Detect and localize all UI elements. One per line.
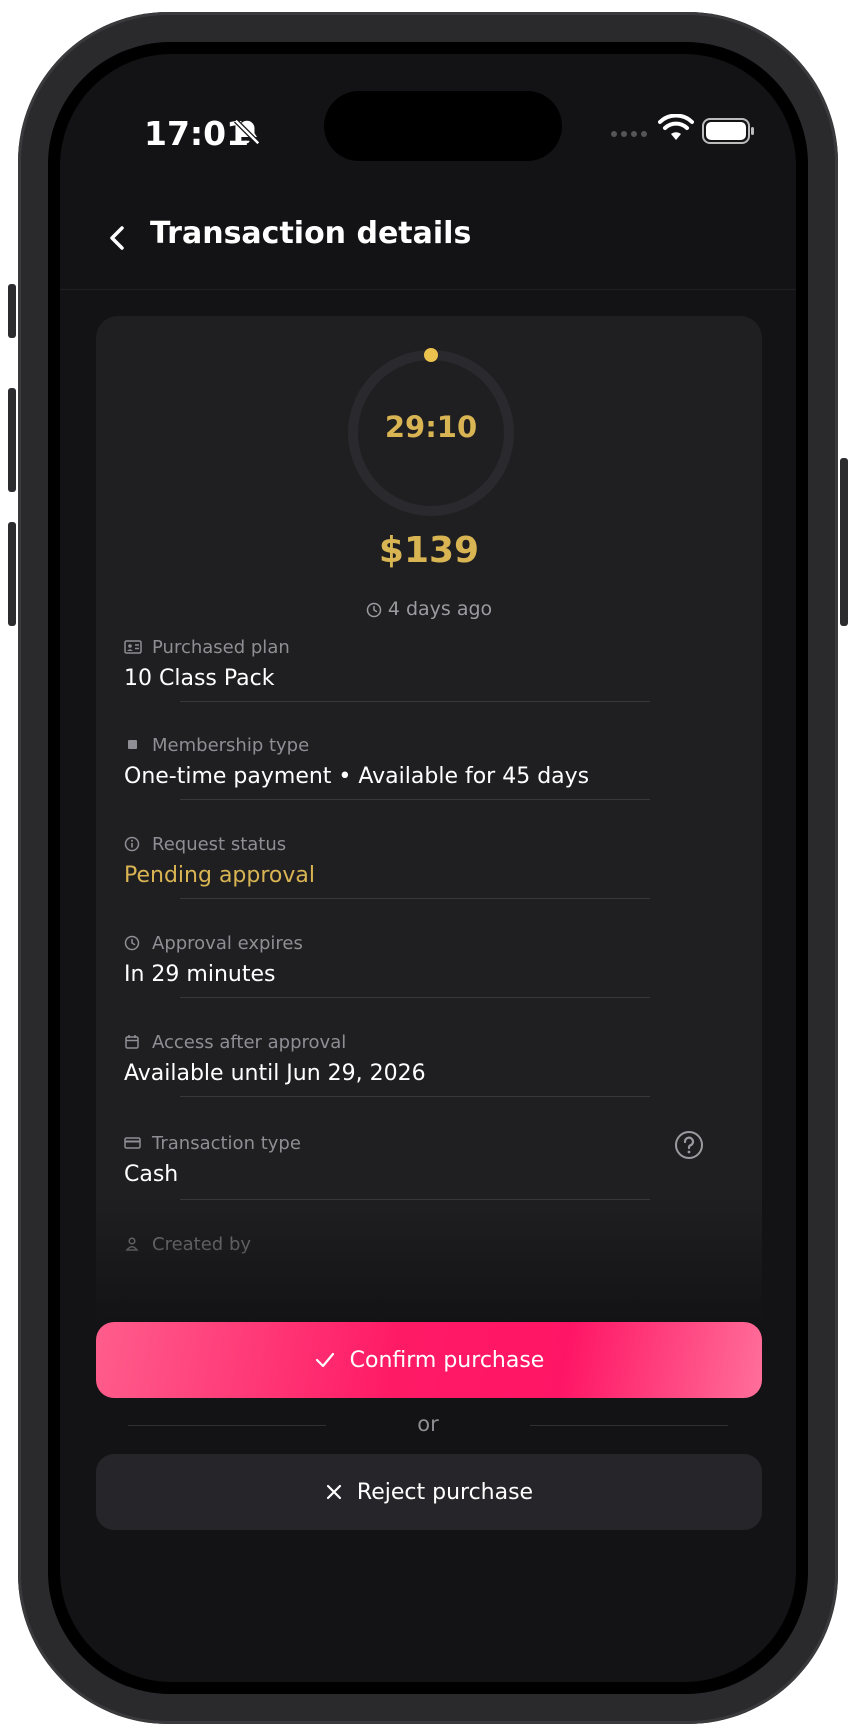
detail-approval-expires: Approval expires In 29 minutes	[124, 930, 734, 988]
detail-request-status: Request status Pending approval	[124, 831, 734, 889]
detail-created-by: Created by	[124, 1231, 734, 1263]
signal-dots-icon	[611, 131, 647, 137]
time-ago: 4 days ago	[96, 598, 762, 620]
battery-icon	[702, 118, 754, 144]
square-icon	[128, 740, 137, 749]
detail-label: Access after approval	[152, 1031, 347, 1053]
help-circle-icon[interactable]	[674, 1130, 704, 1160]
calendar-icon	[125, 1035, 139, 1049]
screen: 17:01 Transaction details 29:10 $139 4 d…	[60, 54, 796, 1682]
dynamic-island	[324, 91, 562, 161]
divider	[180, 898, 650, 899]
detail-access-after-approval: Access after approval Available until Ju…	[124, 1029, 734, 1087]
phone-frame: 17:01 Transaction details 29:10 $139 4 d…	[8, 12, 848, 1724]
or-divider-right	[530, 1425, 728, 1426]
user-icon	[125, 1237, 139, 1251]
detail-value: Available until Jun 29, 2026	[124, 1061, 426, 1086]
amount: $139	[378, 530, 480, 571]
side-button-volume-down	[8, 522, 16, 626]
credit-card-icon	[124, 1137, 141, 1149]
countdown-text: 29:10	[384, 410, 478, 444]
checkmark-icon	[315, 1352, 334, 1368]
clock-icon	[124, 935, 140, 951]
wifi-icon	[658, 114, 694, 140]
confirm-purchase-label: Confirm purchase	[349, 1347, 545, 1373]
detail-value: In 29 minutes	[124, 962, 276, 987]
divider	[180, 1096, 650, 1097]
detail-value: One-time payment • Available for 45 days	[124, 764, 590, 789]
side-button-volume-up	[8, 388, 16, 492]
close-icon	[326, 1484, 342, 1500]
bell-off-icon	[233, 118, 261, 146]
detail-purchased-plan: Purchased plan 10 Class Pack	[124, 634, 734, 692]
detail-label: Transaction type	[152, 1132, 301, 1154]
reject-purchase-label: Reject purchase	[356, 1479, 534, 1505]
detail-value: 10 Class Pack	[124, 666, 275, 691]
detail-label: Request status	[152, 833, 287, 855]
page-title: Transaction details	[150, 216, 472, 251]
detail-value: Pending approval	[124, 863, 315, 888]
divider	[180, 799, 650, 800]
clock-icon	[366, 602, 382, 618]
side-button-mute	[8, 284, 16, 338]
detail-label: Purchased plan	[152, 636, 290, 658]
detail-membership-type: Membership type One-time payment • Avail…	[124, 732, 734, 790]
id-card-icon	[124, 640, 142, 654]
side-button-power	[840, 458, 848, 626]
detail-transaction-type: Transaction type Cash	[124, 1130, 734, 1188]
or-separator: or	[417, 1412, 439, 1436]
detail-value: Cash	[124, 1162, 179, 1187]
reject-purchase-button[interactable]: Reject purchase	[96, 1454, 762, 1530]
transaction-card: 29:10 $139 4 days ago Purchased plan 10 …	[96, 316, 762, 1336]
info-icon	[124, 836, 140, 852]
back-chevron-icon[interactable]	[102, 218, 132, 258]
divider	[180, 701, 650, 702]
time-ago-text: 4 days ago	[387, 598, 493, 620]
detail-label: Created by	[152, 1233, 252, 1255]
detail-label: Membership type	[152, 734, 310, 756]
divider	[180, 1199, 650, 1200]
phone-bezel: 17:01 Transaction details 29:10 $139 4 d…	[48, 42, 808, 1694]
confirm-purchase-button[interactable]: Confirm purchase	[96, 1322, 762, 1398]
divider	[180, 997, 650, 998]
detail-label: Approval expires	[152, 932, 303, 954]
app-header: Transaction details	[60, 194, 796, 290]
